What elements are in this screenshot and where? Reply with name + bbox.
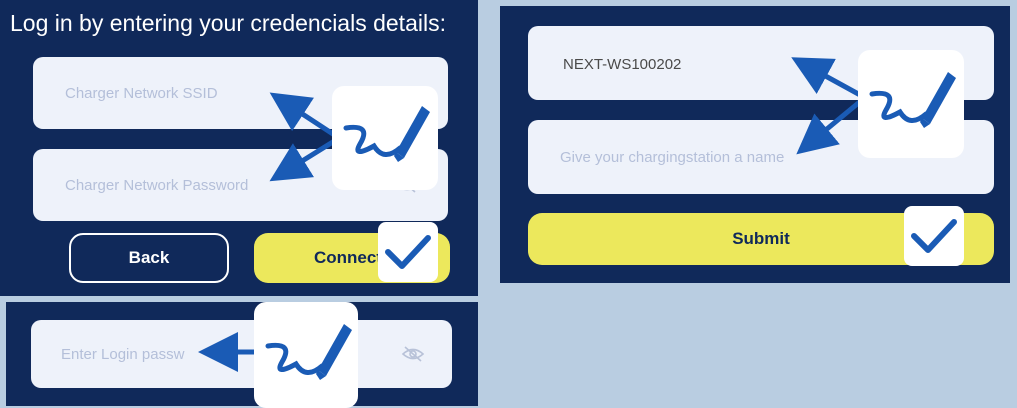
back-button[interactable]: Back (69, 233, 229, 283)
login-password-placeholder: Enter Login passw (61, 345, 185, 363)
login-password-input[interactable]: Enter Login passw (31, 320, 452, 388)
station-name-placeholder: Give your chargingstation a name (560, 148, 785, 166)
submit-button-label: Submit (732, 229, 790, 248)
ssid-value: NEXT-WS100202 (563, 56, 682, 73)
login-heading: Log in by entering your credencials deta… (10, 10, 446, 36)
pen-scribble-icon (858, 50, 964, 158)
back-button-label: Back (128, 248, 170, 267)
eye-off-icon[interactable] (401, 345, 425, 363)
checkmark-icon (904, 206, 964, 266)
ssid-placeholder: Charger Network SSID (65, 84, 218, 102)
network-password-placeholder: Charger Network Password (65, 176, 249, 194)
pen-scribble-icon (254, 302, 358, 408)
connect-button-label: Connect (314, 248, 382, 267)
pen-scribble-icon (332, 86, 438, 190)
checkmark-icon (378, 222, 438, 282)
login-password-panel: Enter Login passw (6, 302, 478, 406)
